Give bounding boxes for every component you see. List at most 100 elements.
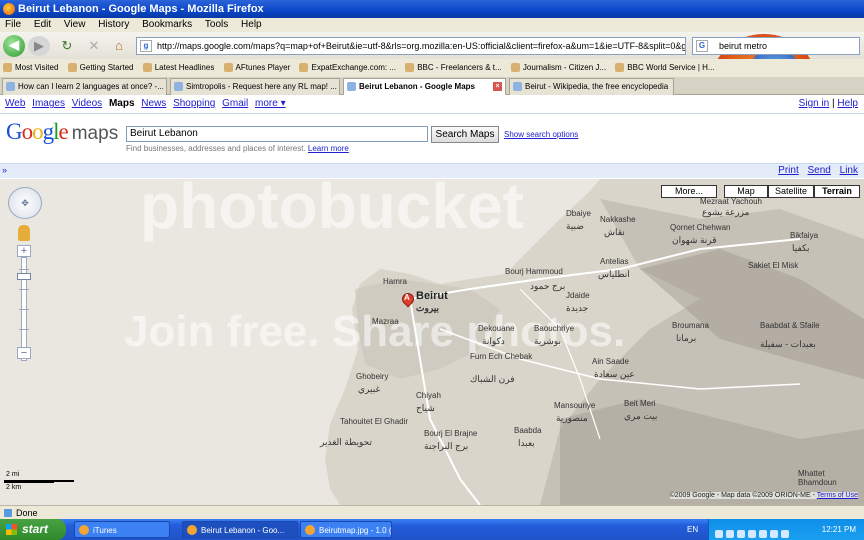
bookmark-item[interactable]: BBC - Freelancers & t... [402,59,505,77]
bookmarks-toolbar: Most Visited Getting Started Latest Head… [0,59,864,77]
label-qornet-chehwan-ar: قرنة شهوان [672,235,717,245]
gbar-web[interactable]: Web [5,98,25,109]
scale-km: 2 km [6,484,22,491]
bookmark-item[interactable]: Latest Headlines [140,59,219,77]
back-button[interactable]: ◀ [3,35,25,57]
address-bar[interactable]: g http://maps.google.com/maps?q=map+of+B… [136,37,686,55]
tray-icon[interactable] [770,530,778,538]
tray-icon[interactable] [715,530,723,538]
help-link[interactable]: Help [837,98,858,109]
bookmark-item[interactable]: BBC World Service | H... [612,59,718,77]
taskbar-item-label: Beirutmap.jpg - 1.0 (R... [319,526,392,535]
tab-wikipedia[interactable]: Beirut - Wikipedia, the free encyclopedi… [509,78,674,95]
label-beirut: Beirut [416,290,448,302]
gbar-videos[interactable]: Videos [72,98,102,109]
pan-control[interactable]: ✥ [8,187,42,219]
send-link[interactable]: Send [808,165,831,176]
menu-view[interactable]: View [59,18,91,32]
label-bourj-el-brajne-ar: برج البراجنة [424,441,469,451]
window-title: Beirut Lebanon - Google Maps - Mozilla F… [18,3,264,15]
tray-icon[interactable] [737,530,745,538]
terms-of-use-link[interactable]: Terms of Use [817,492,858,499]
tray-icon[interactable] [726,530,734,538]
logo-maps-word: maps [71,123,119,144]
gbar-gmail[interactable]: Gmail [222,98,248,109]
zoom-slider-thumb[interactable] [17,273,31,280]
home-button[interactable]: ⌂ [110,36,128,56]
label-ghobeiry-ar: غبيري [358,384,381,394]
label-baabdat: Baabdat & Sfaile [760,321,820,330]
maps-search-value: Beirut Lebanon [130,128,198,139]
menu-help[interactable]: Help [236,18,267,32]
label-beit-meri-ar: بيت مري [624,411,658,421]
taskbar: start iTunes Beirut Lebanon - Goo... Bei… [0,519,864,540]
menu-tools[interactable]: Tools [200,18,233,32]
search-engine-icon[interactable]: G [696,40,708,52]
bookmark-item[interactable]: Getting Started [65,59,138,77]
header-divider [0,113,864,114]
label-ain-saade: Ain Saade [592,357,629,366]
status-text: Done [16,508,38,518]
gbar-images[interactable]: Images [32,98,65,109]
label-bikfaiya: Bikfaiya [790,231,819,240]
start-button[interactable]: start [0,519,66,540]
map-type-satellite[interactable]: Satellite [768,185,814,198]
tab-learn-languages[interactable]: How can I learn 2 languages at once? -..… [2,78,167,95]
google-maps-logo[interactable]: Google maps [6,119,118,145]
show-search-options-link[interactable]: Show search options [504,130,578,139]
tab-google-maps[interactable]: Beirut Lebanon - Google Maps × [343,78,506,95]
logo-letter: o [21,119,33,144]
label-nakkashe-ar: نقاش [604,227,625,237]
address-bar-url: http://maps.google.com/maps?q=map+of+Bei… [157,41,686,51]
bookmark-item[interactable]: Journalism - Citizen J... [508,59,610,77]
label-dbaiye-ar: ضبية [566,221,584,231]
gbar-news[interactable]: News [141,98,166,109]
taskbar-item-itunes[interactable]: iTunes [74,521,170,538]
language-indicator[interactable]: EN [687,519,698,540]
tray-icon[interactable] [759,530,767,538]
tab-bar: How can I learn 2 languages at once? -..… [0,77,864,95]
window-title-bar: Beirut Lebanon - Google Maps - Mozilla F… [0,0,864,18]
reload-button[interactable]: ↻ [58,36,76,56]
taskbar-item-image-viewer[interactable]: Beirutmap.jpg - 1.0 (R... [300,521,392,538]
label-broumana-ar: برمانا [676,333,697,343]
zoom-in-button[interactable]: + [17,245,31,257]
site-favicon-icon: g [140,40,152,52]
sign-in-link[interactable]: Sign in [799,98,830,109]
bookmark-item[interactable]: ExpatExchange.com: ... [296,59,400,77]
search-maps-button[interactable]: Search Maps [431,126,499,143]
tab-label: Simtropolis - Request here any RL map! .… [186,82,337,91]
menu-file[interactable]: File [0,18,26,32]
scale-bar [4,482,54,483]
label-mazraa: Mazraa [372,317,399,326]
bookmark-item[interactable]: AFtunes Player [221,59,295,77]
gbar-more[interactable]: more ▾ [255,98,286,109]
forward-button[interactable]: ▶ [28,36,50,56]
collapse-panel-button[interactable]: » [2,165,7,175]
tray-icon[interactable] [748,530,756,538]
print-link[interactable]: Print [778,165,799,176]
menu-bookmarks[interactable]: Bookmarks [137,18,197,32]
tray-icon[interactable] [781,530,789,538]
label-broumana: Broumana [672,321,709,330]
taskbar-item-firefox[interactable]: Beirut Lebanon - Goo... [182,521,298,538]
maps-search-input[interactable]: Beirut Lebanon [126,126,428,142]
menu-history[interactable]: History [93,18,134,32]
map-type-terrain[interactable]: Terrain [814,185,860,198]
zoom-out-button[interactable]: − [17,347,31,359]
bookmark-item[interactable]: Most Visited [0,59,62,77]
gbar-shopping[interactable]: Shopping [173,98,215,109]
label-mhattet-bhamdoun: Mhattet Bhamdoun [798,469,837,487]
tab-simtropolis[interactable]: Simtropolis - Request here any RL map! .… [170,78,340,95]
logo-letter: e [58,119,69,144]
map-actions: Print Send Link [772,165,858,176]
pegman-icon[interactable] [18,225,30,241]
learn-more-link[interactable]: Learn more [308,144,349,153]
menu-edit[interactable]: Edit [29,18,56,32]
stop-button[interactable]: ✕ [85,36,103,56]
marker-letter: A [404,293,410,302]
map-canvas[interactable]: photobucket Join free. Share photos. ✥ +… [0,179,864,505]
search-box[interactable]: G beirut metro [692,37,860,55]
close-tab-icon[interactable]: × [493,82,502,91]
link-link[interactable]: Link [840,165,858,176]
